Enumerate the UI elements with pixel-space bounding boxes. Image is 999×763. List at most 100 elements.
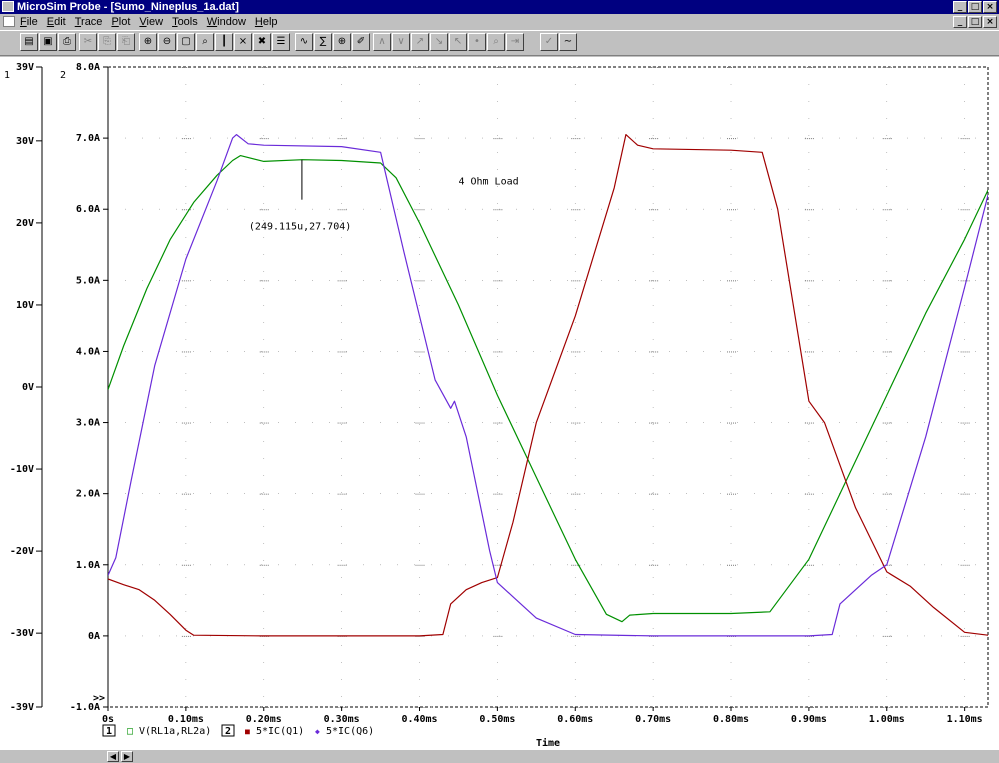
y-axis-1-tick-label: -10V — [10, 464, 34, 475]
menu-edit[interactable]: Edit — [47, 14, 66, 30]
cursor-next-icon[interactable]: ⇥ — [506, 33, 524, 51]
x-axis-tick-label: 0s — [102, 714, 114, 725]
legend-ic-q1-label: 5*IC(Q1) — [256, 726, 304, 737]
mark-label-icon[interactable]: ✓ — [540, 33, 558, 51]
cursor-peak-icon[interactable]: ∧ — [373, 33, 391, 51]
toolbar: ▤ ▣ ⎙ ✂ ⎘ ⎗ ⊕ ⊖ ▢ ⌕ ┃ ⨯ ✖ ☰ ∿ ∑ ⊕ ✐ ∧ ∨ ↗ ↘ ↖ • ⌕ ⇥ ✓ ∼ — [0, 30, 999, 56]
print-icon[interactable]: ⎙ — [58, 33, 76, 51]
y-axis-2-tick-label: 3.0A — [76, 418, 100, 429]
legend-axis-1-id: 1 — [106, 726, 112, 737]
waveform-chart[interactable]: 1 39V 30V 20V 10V 0V -10V -20V -30V -39V 2 8.0A 7.0A… — [0, 57, 999, 749]
y-axis-1-tick-label: 10V — [16, 300, 34, 311]
menu-view[interactable]: View — [139, 14, 163, 30]
cursor-max-icon[interactable]: ↖ — [449, 33, 467, 51]
series-ic-q1-line — [108, 133, 988, 637]
mark-point-icon[interactable]: ∼ — [559, 33, 577, 51]
x-axis-icon[interactable]: ⨯ — [234, 33, 252, 51]
x-axis-tick-label: 0.30ms — [324, 714, 360, 725]
y-axis-1-tick-label: -30V — [10, 628, 34, 639]
cut-icon[interactable]: ✂ — [79, 33, 97, 51]
cursor-trough-icon[interactable]: ∨ — [392, 33, 410, 51]
y-axis-2-tick-label: 1.0A — [76, 560, 100, 571]
zoom-fit-icon[interactable]: ⌕ — [196, 33, 214, 51]
y-axis-1-tick-label: 20V — [16, 218, 34, 229]
x-axis-tick-label: 0.80ms — [713, 714, 749, 725]
menu-help[interactable]: Help — [255, 14, 278, 30]
y-axis-1-tick-label: -39V — [10, 702, 34, 713]
menu-file[interactable]: File — [20, 14, 38, 30]
legend-ic-q1-marker: ■ — [245, 727, 250, 736]
axis-settings-icon[interactable]: ┃ — [215, 33, 233, 51]
x-axis-tick-label: 1.00ms — [869, 714, 905, 725]
y-axis-2-tick-label: 0A — [88, 631, 100, 642]
x-axis-tick-label: 0.20ms — [246, 714, 282, 725]
doc-restore-button[interactable]: □ — [968, 16, 982, 28]
x-axis-tick-label: 0.70ms — [635, 714, 671, 725]
y-axis-1-id: 1 — [4, 70, 10, 81]
menu-plot[interactable]: Plot — [111, 14, 130, 30]
maximize-button[interactable]: □ — [968, 1, 982, 13]
zoom-in-icon[interactable]: ⊕ — [139, 33, 157, 51]
y-axis-1-tick-label: -20V — [10, 546, 34, 557]
y-axis-2-tick-label: 8.0A — [76, 62, 100, 73]
x-axis-tick-label: 0.50ms — [479, 714, 515, 725]
paste-icon[interactable]: ⎗ — [117, 33, 135, 51]
x-axis-tick-label: 1.10ms — [947, 714, 983, 725]
x-axis-tick-label: 0.90ms — [791, 714, 827, 725]
annotation-cursor-readout: (249.115u,27.704) — [249, 222, 351, 233]
grid-dots — [108, 66, 988, 708]
copy-icon[interactable]: ⎘ — [98, 33, 116, 51]
app-icon[interactable] — [2, 1, 14, 12]
x-axis-title: Time — [536, 737, 560, 749]
cursor-min-icon[interactable]: ↘ — [430, 33, 448, 51]
scroll-right-icon[interactable]: ▶ — [121, 751, 133, 762]
y-axis-1-tick-label: 30V — [16, 136, 34, 147]
plot-frame — [107, 66, 989, 708]
horizontal-scrollbar[interactable]: ◀ ▶ — [0, 749, 999, 763]
plot-window[interactable]: 1 39V 30V 20V 10V 0V -10V -20V -30V -39V 2 8.0A 7.0A… — [0, 57, 999, 749]
menu-tools[interactable]: Tools — [172, 14, 198, 30]
menu-window[interactable]: Window — [207, 14, 246, 30]
cursor-search-icon[interactable]: ⌕ — [487, 33, 505, 51]
minimize-button[interactable]: _ — [953, 1, 967, 13]
y-axis-2-tick-label: 5.0A — [76, 275, 100, 286]
y-axis-2-tick-label: 4.0A — [76, 346, 100, 357]
document-icon[interactable] — [3, 16, 15, 27]
offscale-marker: >> — [93, 693, 105, 704]
scroll-left-icon[interactable]: ◀ — [107, 751, 119, 762]
cursor-slope-icon[interactable]: ↗ — [411, 33, 429, 51]
save-icon[interactable]: ▣ — [39, 33, 57, 51]
annotation-load-label: 4 Ohm Load — [458, 176, 518, 187]
x-axis-tick-label: 0.40ms — [401, 714, 437, 725]
zoom-area-icon[interactable]: ▢ — [177, 33, 195, 51]
x-axis-tick-label: 0.10ms — [168, 714, 204, 725]
y-axis-1-tick-label: 39V — [16, 62, 34, 73]
menu-trace[interactable]: Trace — [75, 14, 103, 30]
doc-close-button[interactable]: × — [983, 16, 997, 28]
y-axis-2-tick-label: 6.0A — [76, 204, 100, 215]
cursor-point-icon[interactable]: • — [468, 33, 486, 51]
series-ic-q6-line — [108, 133, 988, 637]
legend-ic-q6-marker: ◆ — [315, 727, 320, 736]
label-icon[interactable]: ✐ — [352, 33, 370, 51]
fourier-icon[interactable]: ∿ — [295, 33, 313, 51]
eval-goal-icon[interactable]: ∑ — [314, 33, 332, 51]
y-axis-2-id: 2 — [60, 70, 66, 81]
doc-minimize-button[interactable]: _ — [953, 16, 967, 28]
legend-axis-2-id: 2 — [225, 726, 231, 737]
y-axis-1-tick-label: 0V — [22, 382, 34, 393]
y-axis-2-tick-label: 2.0A — [76, 489, 100, 500]
legend-ic-q6-label: 5*IC(Q6) — [326, 726, 374, 737]
menu-bar: File Edit Trace Plot View Tools Window H… — [0, 14, 999, 30]
add-trace-icon[interactable]: ✖ — [253, 33, 271, 51]
zoom-out-icon[interactable]: ⊖ — [158, 33, 176, 51]
y-axis-2-tick-label: 7.0A — [76, 133, 100, 144]
title-bar[interactable]: MicroSim Probe - [Sumo_Nineplus_1a.dat] … — [0, 0, 999, 14]
trace-list-icon[interactable]: ☰ — [272, 33, 290, 51]
cursor-icon[interactable]: ⊕ — [333, 33, 351, 51]
x-axis-tick-label: 0.60ms — [557, 714, 593, 725]
legend-voltage-marker: □ — [127, 726, 133, 737]
open-file-icon[interactable]: ▤ — [20, 33, 38, 51]
close-button[interactable]: × — [983, 1, 997, 13]
legend-voltage-label: V(RL1a,RL2a) — [139, 726, 211, 737]
